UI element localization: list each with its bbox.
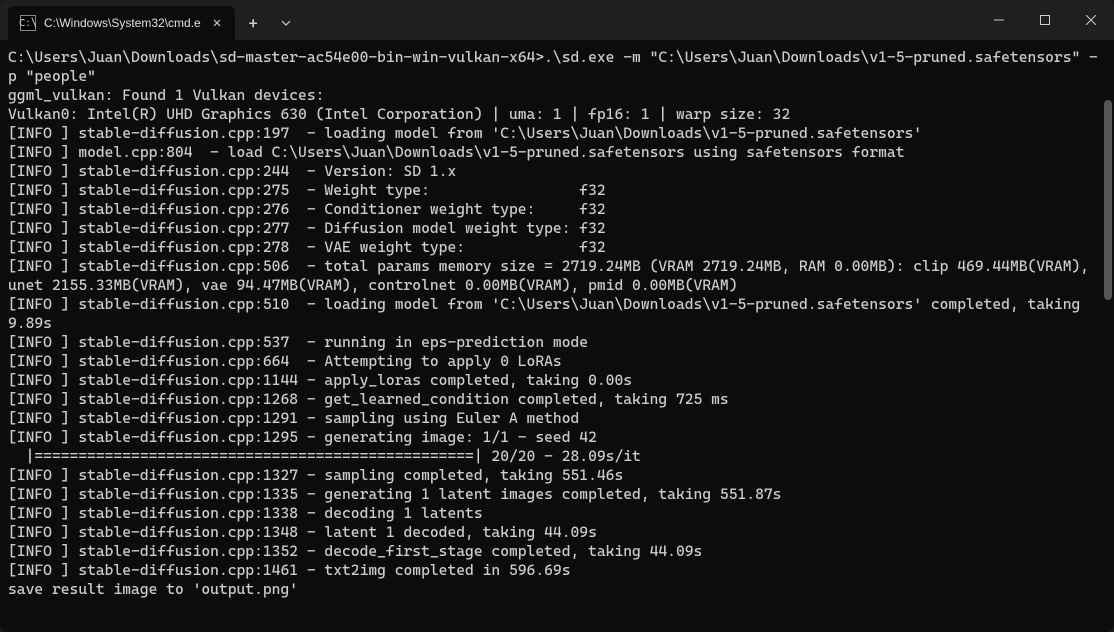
- tab-dropdown-button[interactable]: [271, 6, 301, 40]
- terminal-window: C:\ C:\Windows\System32\cmd.e ✕ + C:\Use…: [0, 0, 1114, 632]
- tab-close-button[interactable]: ✕: [209, 13, 225, 33]
- maximize-button[interactable]: [1022, 0, 1068, 40]
- titlebar[interactable]: C:\ C:\Windows\System32\cmd.e ✕ +: [0, 0, 1114, 40]
- terminal-output[interactable]: C:\Users\Juan\Downloads\sd-master-ac54e0…: [0, 40, 1114, 632]
- scrollbar-thumb[interactable]: [1104, 100, 1112, 300]
- minimize-button[interactable]: [976, 0, 1022, 40]
- new-tab-button[interactable]: +: [235, 6, 271, 40]
- close-button[interactable]: [1068, 0, 1114, 40]
- active-tab[interactable]: C:\ C:\Windows\System32\cmd.e ✕: [8, 6, 235, 40]
- prompt-line: C:\Users\Juan\Downloads\sd-master-ac54e0…: [8, 48, 1098, 85]
- tab-title: C:\Windows\System32\cmd.e: [44, 16, 201, 30]
- output-lines: ggml_vulkan: Found 1 Vulkan devices: Vul…: [8, 86, 1098, 598]
- cmd-icon: C:\: [20, 15, 36, 31]
- window-controls: [976, 0, 1114, 40]
